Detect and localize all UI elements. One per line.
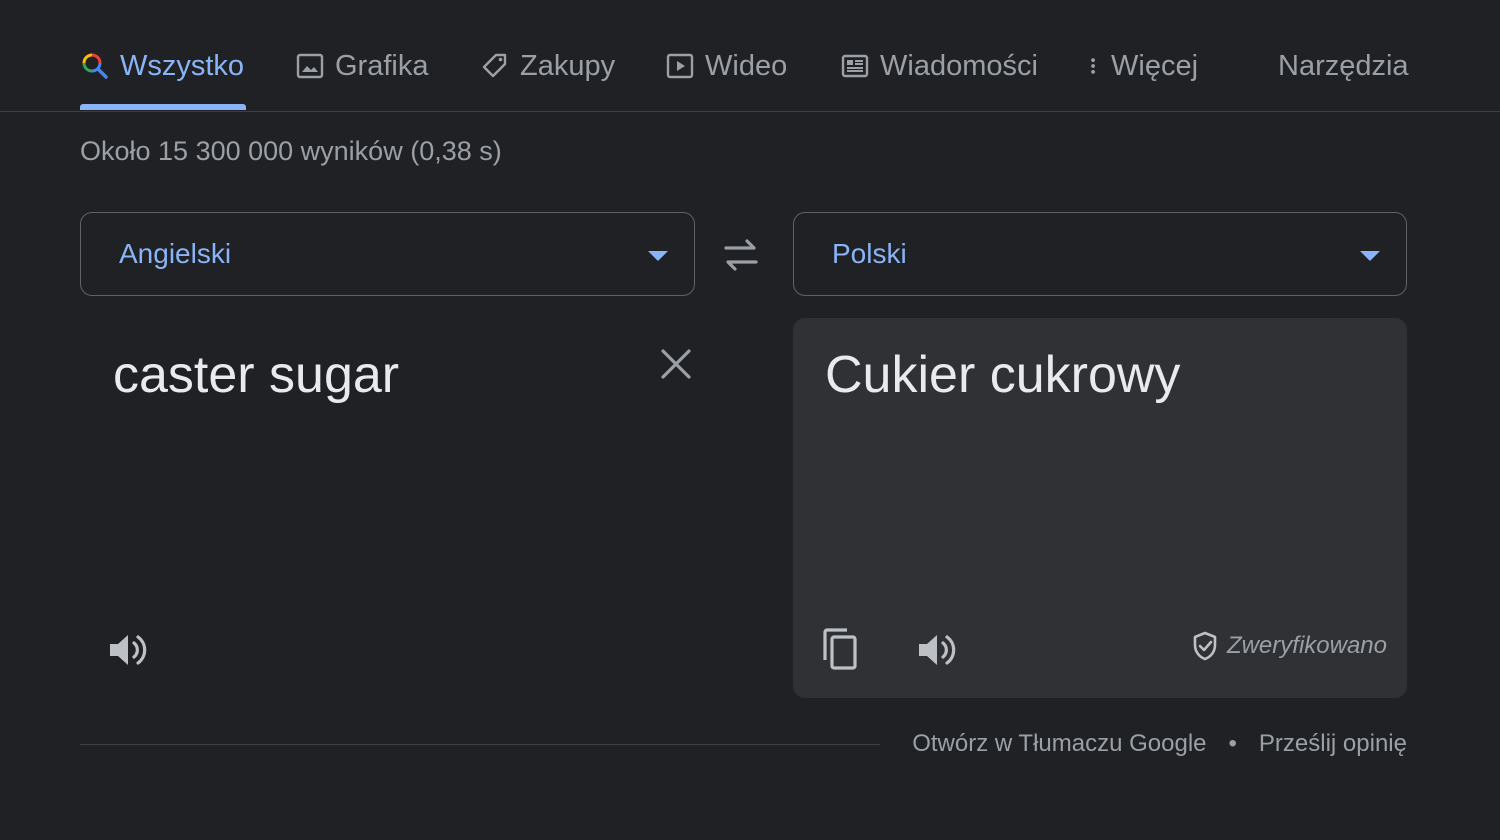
close-icon[interactable] (656, 344, 696, 384)
tab-images[interactable]: Grafika (295, 44, 428, 88)
image-icon (296, 53, 324, 79)
source-text-input[interactable]: caster sugar (113, 345, 633, 405)
chevron-down-icon (648, 251, 668, 261)
translation-output-pane: Cukier cukrowy Zweryfikowano (793, 318, 1407, 698)
speaker-icon[interactable] (915, 628, 959, 672)
tab-label: Więcej (1111, 49, 1199, 82)
tab-more[interactable]: Więcej (1085, 44, 1198, 88)
target-language-label: Polski (832, 238, 907, 269)
footer-separator: • (1228, 730, 1237, 757)
tab-label: Grafika (335, 49, 429, 82)
video-icon (666, 53, 694, 79)
footer-links: Otwórz w Tłumaczu Google • Prześlij opin… (912, 730, 1407, 758)
result-stats: Około 15 300 000 wyników (0,38 s) (80, 136, 502, 166)
open-in-translate-link[interactable]: Otwórz w Tłumaczu Google (912, 730, 1206, 758)
active-tab-indicator (80, 104, 246, 110)
footer-divider (80, 744, 880, 745)
swap-languages-icon[interactable] (718, 232, 764, 278)
search-tabs: Wszystko Grafika Zakupy Wideo Wiadomości (0, 0, 1500, 112)
tab-label: Zakupy (520, 49, 616, 82)
translated-text: Cukier cukrowy (825, 346, 1181, 404)
tab-label: Wszystko (120, 49, 245, 82)
more-vert-icon (1091, 58, 1095, 74)
chevron-down-icon (1360, 251, 1380, 261)
search-icon (82, 53, 108, 79)
verified-badge[interactable]: Zweryfikowano (1191, 630, 1387, 662)
tab-all[interactable]: Wszystko (80, 44, 244, 88)
send-feedback-link[interactable]: Prześlij opinię (1259, 730, 1407, 758)
tab-label: Wideo (705, 49, 788, 82)
source-language-select[interactable]: Angielski (80, 212, 695, 296)
tab-news[interactable]: Wiadomości (840, 44, 1038, 88)
speaker-icon[interactable] (106, 628, 150, 672)
tab-label: Wiadomości (880, 49, 1038, 82)
tag-icon (482, 53, 507, 78)
news-icon (841, 54, 869, 78)
tools-button[interactable]: Narzędzia (1278, 44, 1409, 88)
shield-check-icon (1193, 631, 1217, 661)
target-language-select[interactable]: Polski (793, 212, 1407, 296)
source-language-label: Angielski (119, 238, 232, 269)
copy-icon[interactable] (819, 626, 863, 674)
tab-shopping[interactable]: Zakupy (480, 44, 615, 88)
verified-label: Zweryfikowano (1226, 632, 1387, 659)
tab-videos[interactable]: Wideo (665, 44, 787, 88)
